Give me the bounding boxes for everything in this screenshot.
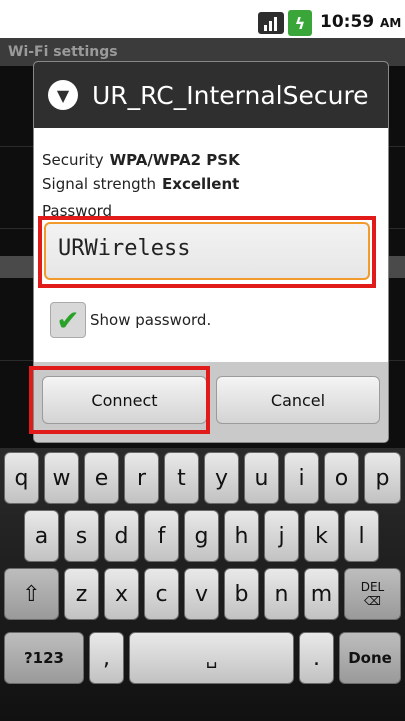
key-t[interactable]: t: [164, 452, 199, 504]
ampm-text: AM: [380, 16, 402, 30]
key-x[interactable]: x: [104, 568, 139, 620]
key-q[interactable]: q: [4, 452, 39, 504]
key-f[interactable]: f: [144, 510, 179, 562]
key-u[interactable]: u: [244, 452, 279, 504]
comma-key[interactable]: ,: [89, 632, 124, 684]
key-s[interactable]: s: [64, 510, 99, 562]
key-h[interactable]: h: [224, 510, 259, 562]
backspace-icon: ⌫: [364, 594, 381, 608]
dialog-title: UR_RC_InternalSecure: [92, 80, 369, 110]
soft-keyboard: q w e r t y u i o p a s d f g h j k l ⇧ …: [0, 448, 405, 721]
space-bar-icon: ␣: [205, 647, 218, 669]
key-g[interactable]: g: [184, 510, 219, 562]
key-b[interactable]: b: [224, 568, 259, 620]
key-y[interactable]: y: [204, 452, 239, 504]
signal-icon: [258, 12, 284, 34]
show-password-checkbox[interactable]: ✔ Show password.: [50, 302, 211, 338]
delete-key[interactable]: DEL ⌫: [344, 568, 401, 620]
key-e[interactable]: e: [84, 452, 119, 504]
delete-key-label: DEL: [360, 580, 385, 594]
signal-row: Signal strength Excellent: [42, 172, 388, 196]
battery-icon: ϟ: [288, 10, 312, 36]
cancel-button[interactable]: Cancel: [216, 376, 380, 424]
shift-key[interactable]: ⇧: [4, 568, 59, 620]
security-row: Security WPA/WPA2 PSK: [42, 148, 388, 172]
key-p[interactable]: p: [364, 452, 401, 504]
dialog-header: ▼ UR_RC_InternalSecure: [34, 62, 388, 128]
key-n[interactable]: n: [264, 568, 299, 620]
signal-label: Signal strength: [42, 175, 157, 193]
key-i[interactable]: i: [284, 452, 319, 504]
key-d[interactable]: d: [104, 510, 139, 562]
key-m[interactable]: m: [304, 568, 339, 620]
security-label: Security: [42, 151, 104, 169]
space-key[interactable]: ␣: [129, 632, 294, 684]
key-l[interactable]: l: [344, 510, 379, 562]
key-o[interactable]: o: [324, 452, 359, 504]
time-text: 10:59: [320, 12, 375, 32]
key-j[interactable]: j: [264, 510, 299, 562]
wifi-icon: ▼: [48, 80, 78, 110]
show-password-label: Show password.: [90, 311, 212, 329]
key-a[interactable]: a: [24, 510, 59, 562]
key-c[interactable]: c: [144, 568, 179, 620]
key-v[interactable]: v: [184, 568, 219, 620]
key-k[interactable]: k: [304, 510, 339, 562]
done-key[interactable]: Done: [339, 632, 401, 684]
key-w[interactable]: w: [44, 452, 79, 504]
period-key[interactable]: .: [299, 632, 334, 684]
key-z[interactable]: z: [64, 568, 99, 620]
signal-value: Excellent: [162, 175, 240, 193]
security-value: WPA/WPA2 PSK: [109, 151, 240, 169]
status-bar: ϟ 10:59 AM: [0, 0, 405, 38]
highlight-outline: [29, 366, 210, 434]
password-input[interactable]: URWireless: [44, 222, 370, 280]
clock: 10:59 AM: [320, 12, 401, 32]
check-icon: ✔: [50, 302, 86, 338]
symbols-key[interactable]: ?123: [4, 632, 84, 684]
dialog-info: Security WPA/WPA2 PSK Signal strength Exce…: [34, 128, 388, 196]
key-r[interactable]: r: [124, 452, 159, 504]
